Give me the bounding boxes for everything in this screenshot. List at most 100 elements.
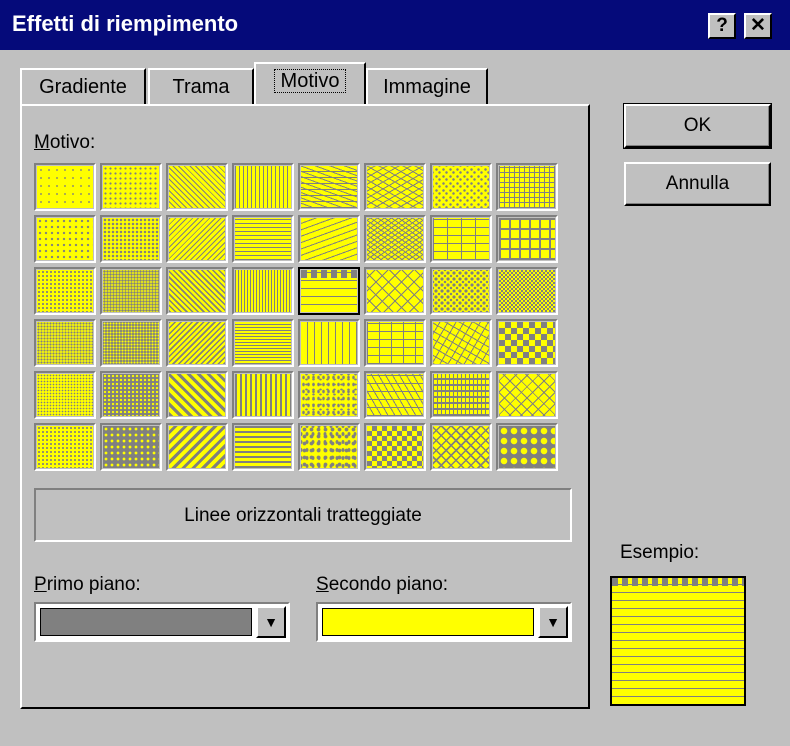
dropdown-arrow-icon[interactable]: ▼: [538, 606, 568, 638]
pattern-fill: [499, 322, 555, 364]
pattern-swatch-horiz-wide[interactable]: [232, 423, 294, 471]
tab-immagine[interactable]: Immagine: [366, 68, 488, 104]
pattern-fill: [499, 374, 555, 416]
pattern-fill: [367, 374, 423, 416]
pattern-fill: [433, 322, 489, 364]
pattern-fill: [301, 218, 357, 260]
pattern-swatch-diag-wide-up[interactable]: [166, 423, 228, 471]
pattern-swatch-grid-small[interactable]: [496, 163, 558, 211]
dropdown-arrow-icon[interactable]: ▼: [256, 606, 286, 638]
pattern-swatch-wave-h[interactable]: [298, 163, 360, 211]
foreground-color-dropdown[interactable]: ▼: [34, 602, 290, 642]
pattern-name-box: Linee orizzontali tratteggiate: [34, 488, 572, 542]
pattern-swatch-shingle[interactable]: [364, 371, 426, 419]
pattern-fill: [37, 322, 93, 364]
pattern-fill: [103, 218, 159, 260]
pattern-fill: [367, 322, 423, 364]
pattern-fill: [235, 374, 291, 416]
pattern-swatch-diag-wide-down[interactable]: [166, 371, 228, 419]
tab-label: Trama: [172, 76, 230, 98]
cancel-button[interactable]: Annulla: [624, 162, 771, 206]
pattern-swatch-vert-wide[interactable]: [232, 371, 294, 419]
help-button[interactable]: ?: [708, 13, 736, 39]
pattern-swatch-dots-50[interactable]: [34, 319, 96, 367]
pattern-fill: [103, 322, 159, 364]
pattern-name: Linee orizzontali tratteggiate: [184, 505, 422, 526]
pattern-fill: [235, 218, 291, 260]
pattern-swatch-dots-30[interactable]: [34, 267, 96, 315]
pattern-swatch-grid-large[interactable]: [496, 215, 558, 263]
pattern-swatch-checker-large[interactable]: [496, 319, 558, 367]
pattern-swatch-checker-small[interactable]: [496, 267, 558, 315]
pattern-swatch-diag-thin-up[interactable]: [166, 215, 228, 263]
pattern-swatch-diamond-dotted[interactable]: [430, 423, 492, 471]
pattern-swatch-dots-90[interactable]: [100, 423, 162, 471]
pattern-swatch-diag-medium-up[interactable]: [166, 319, 228, 367]
tab-label: Gradiente: [39, 76, 127, 98]
tab-gradiente[interactable]: Gradiente: [20, 68, 146, 104]
tab-motivo[interactable]: Motivo: [254, 62, 366, 104]
pattern-fill: [367, 166, 423, 208]
foreground-color-swatch: [40, 608, 252, 636]
pattern-fill: [235, 270, 291, 312]
pattern-fill: [367, 270, 423, 312]
pattern-swatch-diamond-solid[interactable]: [496, 423, 558, 471]
pattern-fill: [235, 166, 291, 208]
pattern-swatch-confetti-small[interactable]: [298, 371, 360, 419]
window-title: Effetti di riempimento: [12, 11, 239, 36]
background-color-dropdown[interactable]: ▼: [316, 602, 572, 642]
pattern-fill: [169, 218, 225, 260]
pattern-fill: [301, 270, 357, 312]
pattern-fill: [37, 426, 93, 468]
pattern-swatch-dots-75[interactable]: [100, 371, 162, 419]
pattern-fill: [37, 166, 93, 208]
pattern-swatch-dots-25[interactable]: [100, 215, 162, 263]
pattern-fill: [499, 218, 555, 260]
pattern-swatch-diag-dashed[interactable]: [298, 215, 360, 263]
pattern-fill: [103, 166, 159, 208]
pattern-swatch-horiz-medium[interactable]: [232, 319, 294, 367]
tab-label: Immagine: [383, 76, 471, 98]
pattern-fill: [169, 270, 225, 312]
pattern-fill: [235, 426, 291, 468]
pattern-swatch-dots-40[interactable]: [100, 267, 162, 315]
pattern-fill: [37, 218, 93, 260]
pattern-swatch-dots-80[interactable]: [34, 423, 96, 471]
pattern-swatch-diag-medium-down[interactable]: [166, 267, 228, 315]
pattern-fill: [433, 426, 489, 468]
pattern-fill: [499, 166, 555, 208]
pattern-swatch-weave[interactable]: [430, 319, 492, 367]
pattern-swatch-trellis-dots[interactable]: [430, 163, 492, 211]
pattern-swatch-zigzag-dense[interactable]: [364, 215, 426, 263]
pattern-swatch-vert-dashed[interactable]: [298, 319, 360, 367]
pattern-fill: [301, 322, 357, 364]
close-button[interactable]: ✕: [744, 13, 772, 39]
pattern-swatch-brick-h[interactable]: [364, 319, 426, 367]
preview-label: Esempio:: [620, 542, 700, 563]
pattern-swatch-zigzag[interactable]: [364, 163, 426, 211]
pattern-swatch-vert-thin[interactable]: [232, 163, 294, 211]
pattern-swatch-dots-70[interactable]: [34, 371, 96, 419]
pattern-swatch-checker-dotted[interactable]: [364, 423, 426, 471]
pattern-swatch-horiz-dashed[interactable]: [298, 267, 360, 315]
pattern-swatch-dots-5[interactable]: [34, 163, 96, 211]
tab-trama[interactable]: Trama: [148, 68, 254, 104]
pattern-swatch-confetti-large[interactable]: [298, 423, 360, 471]
pattern-swatch-dots-20[interactable]: [34, 215, 96, 263]
background-color-swatch: [322, 608, 534, 636]
pattern-swatch-diag-brick[interactable]: [364, 267, 426, 315]
pattern-swatch-grid-dots[interactable]: [430, 215, 492, 263]
pattern-swatch-vert-medium[interactable]: [232, 267, 294, 315]
pattern-fill: [301, 166, 357, 208]
pattern-fill: [301, 374, 357, 416]
pattern-swatch-plaid[interactable]: [430, 371, 492, 419]
pattern-fill: [433, 166, 489, 208]
ok-button[interactable]: OK: [623, 103, 772, 149]
pattern-swatch-diamond-outline[interactable]: [496, 371, 558, 419]
pattern-swatch-horiz-thin[interactable]: [232, 215, 294, 263]
pattern-fill: [103, 270, 159, 312]
pattern-swatch-diag-thin-down[interactable]: [166, 163, 228, 211]
pattern-swatch-dots-10[interactable]: [100, 163, 162, 211]
pattern-swatch-dots-60[interactable]: [100, 319, 162, 367]
pattern-swatch-sphere[interactable]: [430, 267, 492, 315]
